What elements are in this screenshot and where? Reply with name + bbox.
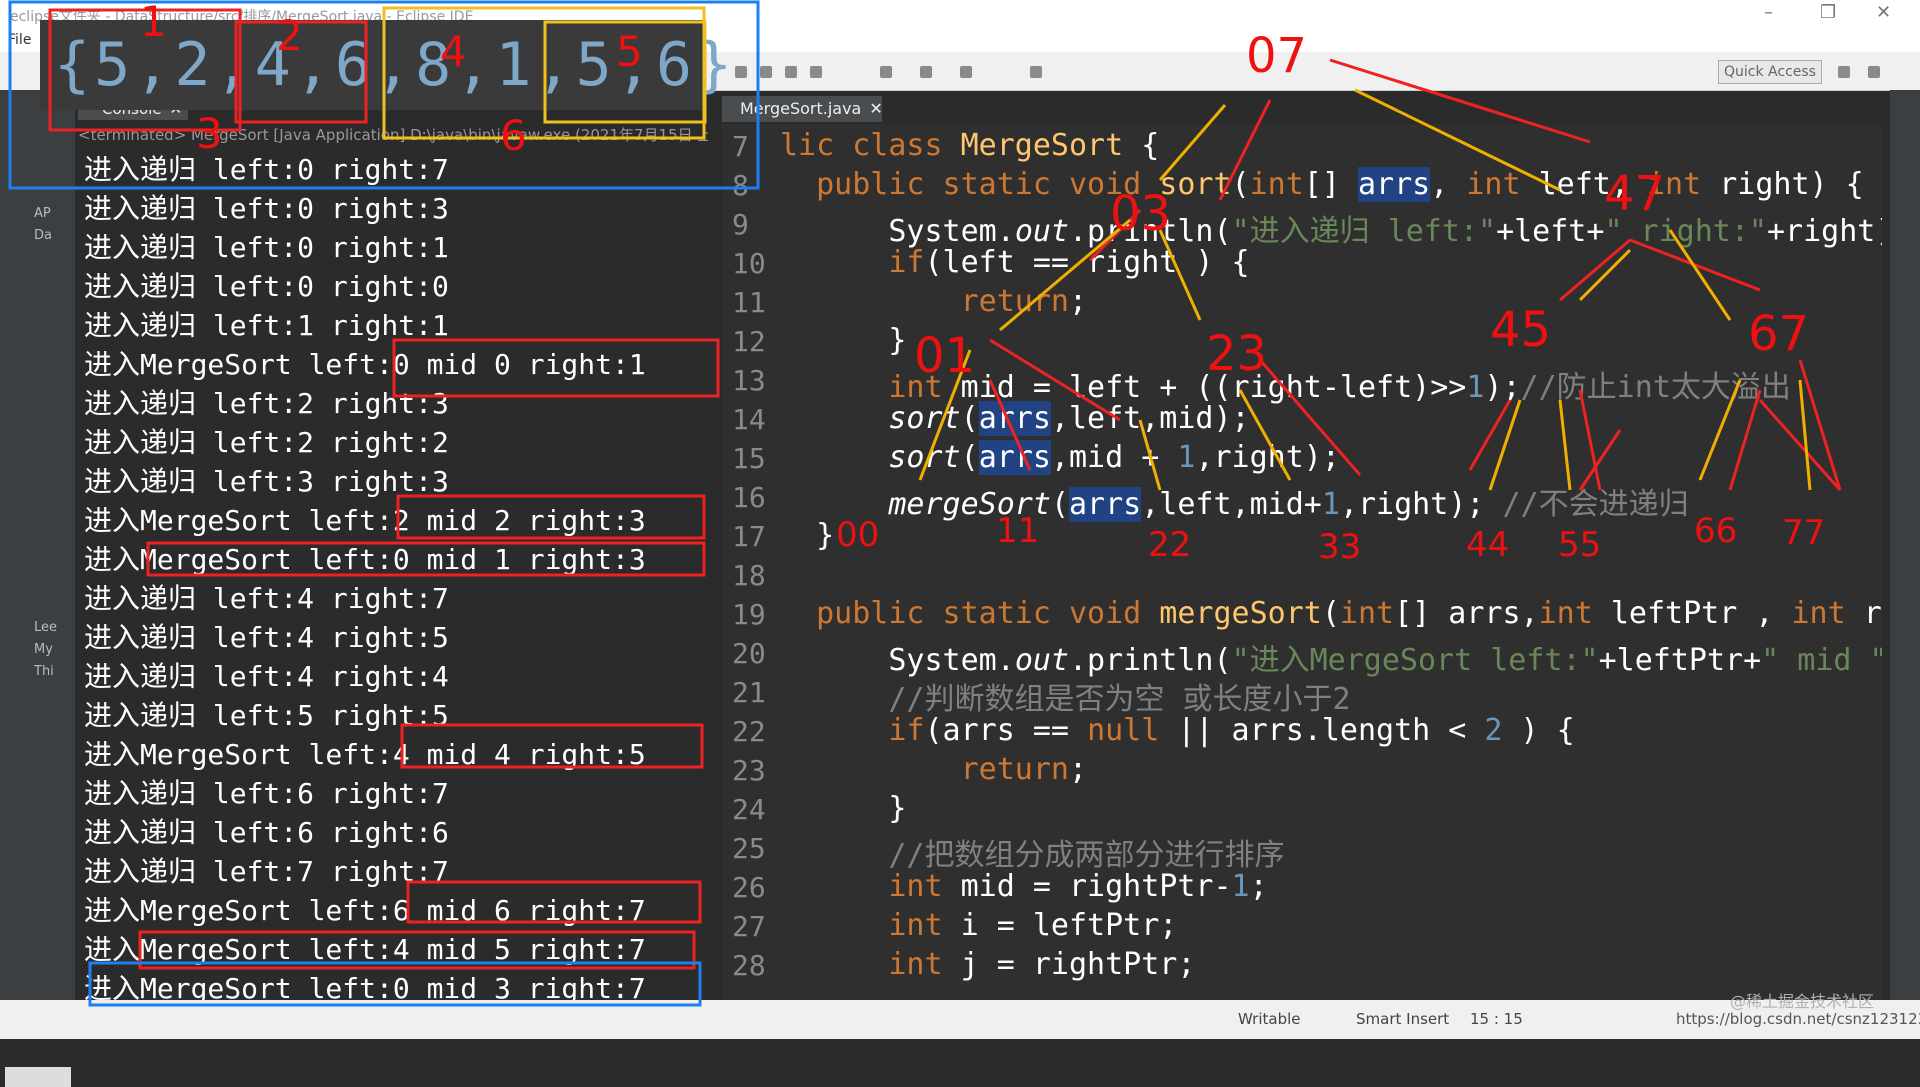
red-box: [396, 494, 706, 540]
index-label: 1: [140, 0, 167, 46]
annotation-label: 66: [1694, 511, 1737, 551]
annotation-label: 03: [1110, 186, 1171, 242]
annotation-label: 07: [1246, 28, 1307, 84]
annotation-label: 23: [1206, 326, 1267, 382]
annotation-label: 33: [1318, 527, 1361, 567]
red-box: [146, 541, 706, 577]
index-label: 2: [276, 11, 303, 60]
annotation-label: 55: [1558, 525, 1601, 565]
annotation-label: 77: [1782, 513, 1825, 553]
annotation-label: 00: [836, 515, 879, 555]
red-box: [392, 338, 720, 398]
annotation-label: 11: [996, 511, 1039, 551]
index-label: 6: [500, 111, 527, 160]
annotation-label: 44: [1466, 525, 1509, 565]
annotation-overlay: 07 03 47 01 23 45 67 00 11 22 33 44 55 6…: [8, 0, 1842, 1007]
annotation-label: 45: [1490, 302, 1551, 358]
annotation-label: 22: [1148, 525, 1191, 565]
annotation-label: 47: [1604, 166, 1665, 222]
red-box: [400, 723, 704, 769]
index-label: 5: [616, 27, 643, 76]
red-box: [406, 880, 702, 924]
index-label: 4: [440, 27, 467, 76]
annotation-label: 67: [1748, 306, 1809, 362]
annotation-label: 01: [914, 328, 975, 384]
horizontal-scrollbar[interactable]: [5, 1067, 71, 1087]
index-label: 3: [196, 109, 223, 158]
